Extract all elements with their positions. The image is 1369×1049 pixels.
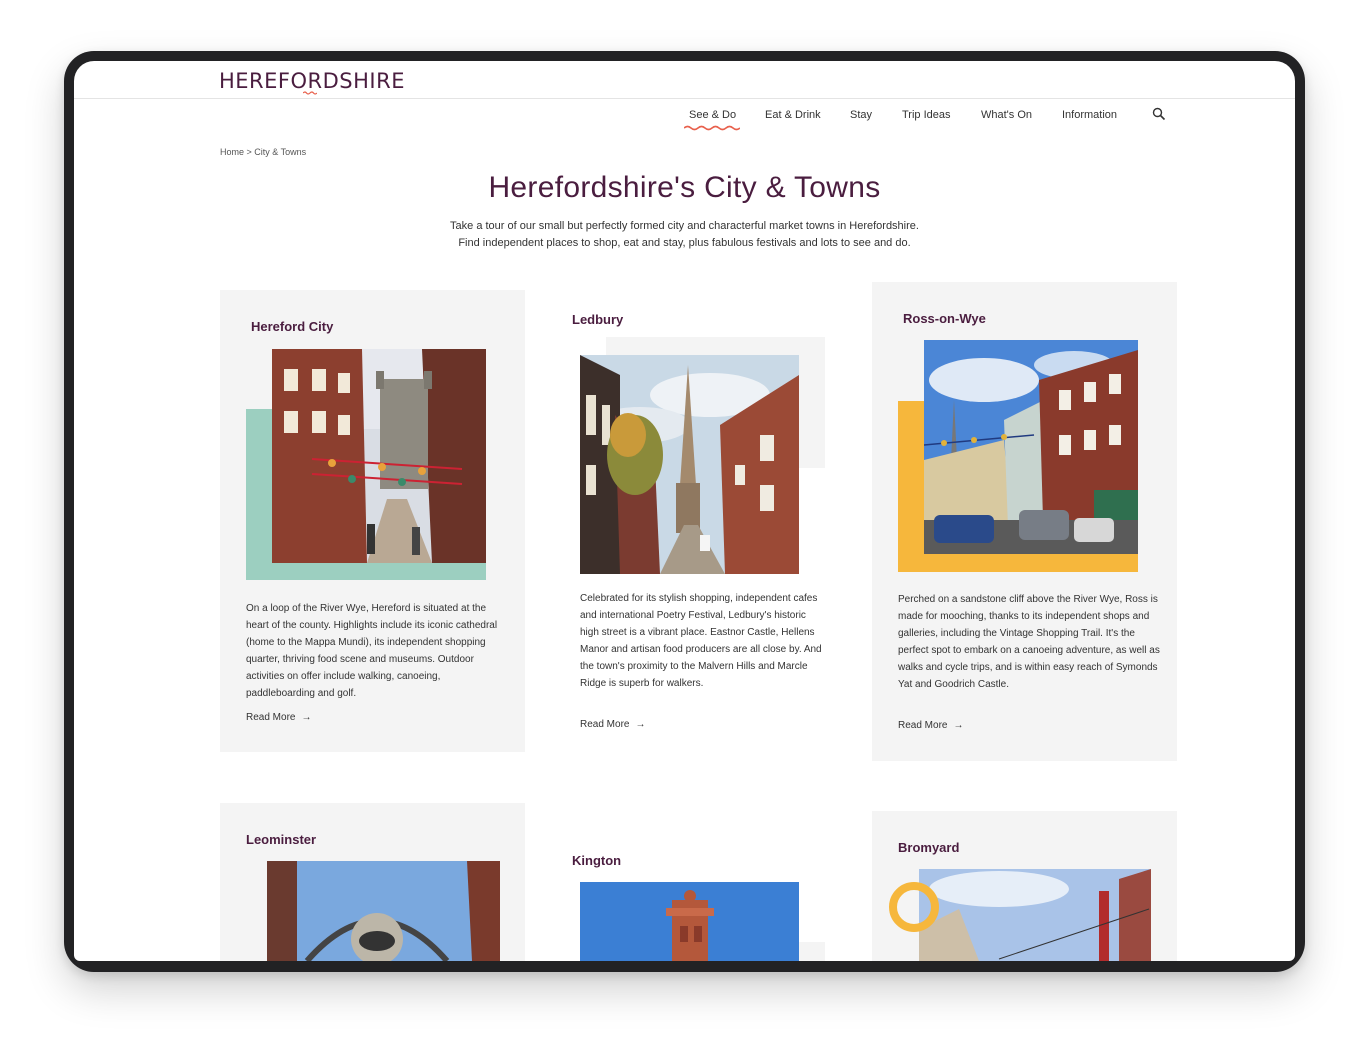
- decorative-ring: [889, 882, 939, 932]
- nav-item-stay[interactable]: Stay: [850, 109, 872, 121]
- card-title[interactable]: Hereford City: [251, 319, 333, 334]
- read-more-link[interactable]: Read More →: [898, 720, 963, 731]
- leominster-arch-photo[interactable]: [267, 861, 500, 961]
- breadcrumb[interactable]: Home > City & Towns: [220, 147, 306, 157]
- kington-tower-photo[interactable]: [580, 882, 799, 961]
- card-title[interactable]: Ross-on-Wye: [903, 311, 986, 326]
- read-more-link[interactable]: Read More →: [580, 719, 645, 730]
- browser-viewport: HEREFORDSHIRE See & Do Eat & Drink Stay …: [74, 61, 1295, 961]
- read-more-link[interactable]: Read More →: [246, 712, 311, 723]
- arrow-right-icon: →: [301, 712, 312, 723]
- page-intro: Take a tour of our small but perfectly f…: [450, 220, 919, 249]
- nav-item-whats-on[interactable]: What's On: [981, 109, 1032, 121]
- active-wave-underline: [684, 125, 740, 131]
- site-logo[interactable]: HEREFORDSHIRE: [219, 69, 405, 95]
- main-nav: See & Do Eat & Drink Stay Trip Ideas Wha…: [74, 105, 1295, 135]
- card-description: On a loop of the River Wye, Hereford is …: [246, 603, 498, 699]
- nav-item-see-do[interactable]: See & Do: [684, 109, 740, 131]
- page-title: Herefordshire's City & Towns: [488, 171, 881, 204]
- top-bar: HEREFORDSHIRE: [74, 61, 1295, 99]
- hereford-street-photo[interactable]: [272, 349, 486, 563]
- card-title[interactable]: Bromyard: [898, 840, 959, 855]
- nav-item-trip-ideas[interactable]: Trip Ideas: [902, 109, 951, 121]
- nav-item-information[interactable]: Information: [1062, 109, 1117, 121]
- card-title[interactable]: Kington: [572, 853, 621, 868]
- arrow-right-icon: →: [635, 719, 646, 730]
- card-description: Celebrated for its stylish shopping, ind…: [580, 593, 822, 689]
- card-title[interactable]: Leominster: [246, 832, 316, 847]
- ledbury-lane-photo[interactable]: [580, 355, 799, 574]
- nav-item-eat-drink[interactable]: Eat & Drink: [765, 109, 821, 121]
- bromyard-street-photo[interactable]: [919, 869, 1151, 961]
- card-title[interactable]: Ledbury: [572, 312, 623, 327]
- ross-high-street-photo[interactable]: [924, 340, 1138, 554]
- card-description: Perched on a sandstone cliff above the R…: [898, 594, 1160, 690]
- search-icon[interactable]: [1152, 107, 1166, 121]
- nav-label: See & Do: [689, 109, 737, 121]
- logo-wave-icon: [303, 91, 317, 95]
- arrow-right-icon: →: [953, 720, 964, 731]
